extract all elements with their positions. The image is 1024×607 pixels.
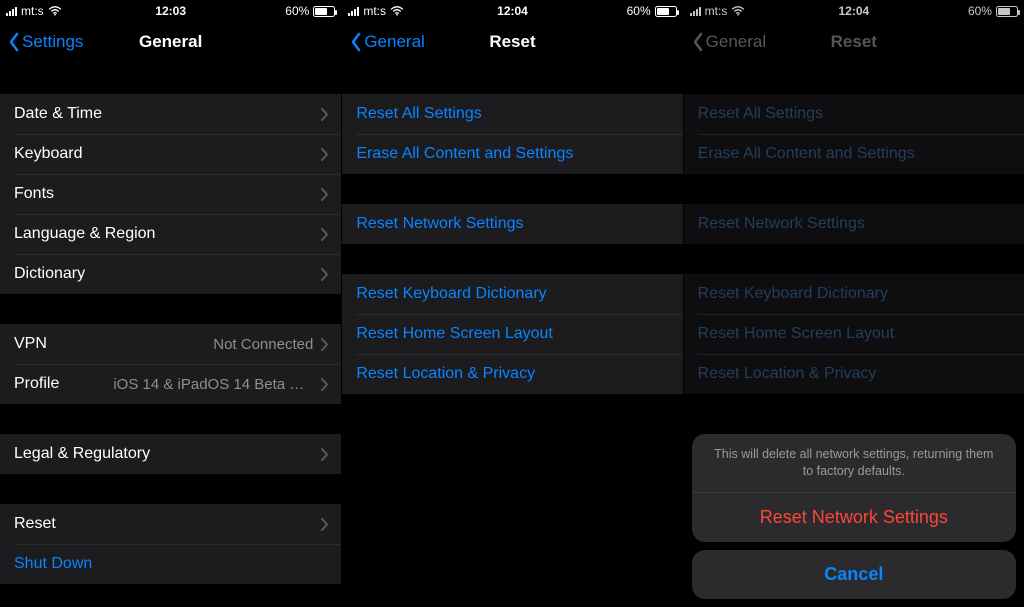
- cell-reset[interactable]: Reset: [0, 504, 341, 544]
- cell-label: Profile: [14, 375, 59, 393]
- chevron-right-icon: [321, 108, 329, 121]
- cell-language-region[interactable]: Language & Region: [0, 214, 341, 254]
- screen-reset-confirm: mt:s 12:04 60% General Reset Reset All S…: [683, 0, 1024, 607]
- chevron-right-icon: [321, 148, 329, 161]
- cell-shutdown[interactable]: Shut Down: [0, 544, 341, 584]
- cell-label: Dictionary: [14, 265, 85, 283]
- cell-label: Reset Home Screen Layout: [356, 325, 553, 343]
- battery-pct: 60%: [627, 4, 651, 18]
- cell-label: Reset Location & Privacy: [356, 365, 535, 383]
- cell-label: Erase All Content and Settings: [356, 145, 573, 163]
- action-sheet: This will delete all network settings, r…: [692, 434, 1016, 599]
- cell-date-time[interactable]: Date & Time: [0, 94, 341, 134]
- chevron-right-icon: [321, 188, 329, 201]
- cell-fonts[interactable]: Fonts: [0, 174, 341, 214]
- chevron-right-icon: [321, 338, 329, 351]
- cell-label: Reset Network Settings: [356, 215, 523, 233]
- carrier-label: mt:s: [363, 4, 386, 18]
- chevron-right-icon: [321, 378, 329, 391]
- carrier-label: mt:s: [21, 4, 44, 18]
- battery-icon: [313, 6, 335, 17]
- cell-label: VPN: [14, 335, 47, 353]
- cell-label: Reset All Settings: [356, 105, 481, 123]
- action-reset-network[interactable]: Reset Network Settings: [692, 493, 1016, 542]
- cell-reset-location-privacy[interactable]: Reset Location & Privacy: [342, 354, 682, 394]
- cell-legal[interactable]: Legal & Regulatory: [0, 434, 341, 474]
- status-bar: mt:s 12:03 60%: [0, 0, 341, 20]
- cell-label: Reset: [14, 515, 56, 533]
- chevron-right-icon: [321, 518, 329, 531]
- cell-label: Shut Down: [14, 555, 92, 573]
- cell-reset-all-settings[interactable]: Reset All Settings: [342, 94, 682, 134]
- screen-reset: mt:s 12:04 60% General Reset Reset All S…: [341, 0, 682, 607]
- chevron-left-icon: [8, 32, 20, 52]
- cell-dictionary[interactable]: Dictionary: [0, 254, 341, 294]
- cell-label: Language & Region: [14, 225, 155, 243]
- action-cancel[interactable]: Cancel: [692, 550, 1016, 599]
- action-sheet-message: This will delete all network settings, r…: [692, 434, 1016, 492]
- back-button[interactable]: Settings: [8, 32, 83, 52]
- status-bar: mt:s 12:04 60%: [342, 0, 682, 20]
- cell-value: iOS 14 & iPadOS 14 Beta Softwar...: [113, 376, 313, 393]
- cell-label: Legal & Regulatory: [14, 445, 150, 463]
- signal-bars-icon: [348, 6, 359, 16]
- nav-bar: Settings General: [0, 20, 341, 64]
- back-label: Settings: [22, 32, 83, 52]
- cell-label: Reset Keyboard Dictionary: [356, 285, 546, 303]
- chevron-left-icon: [350, 32, 362, 52]
- wifi-icon: [48, 6, 62, 16]
- wifi-icon: [390, 6, 404, 16]
- cell-label: Date & Time: [14, 105, 102, 123]
- cell-label: Keyboard: [14, 145, 83, 163]
- battery-icon: [655, 6, 677, 17]
- chevron-right-icon: [321, 268, 329, 281]
- back-button[interactable]: General: [350, 32, 424, 52]
- cell-value: Not Connected: [213, 336, 313, 353]
- cell-reset-keyboard-dict[interactable]: Reset Keyboard Dictionary: [342, 274, 682, 314]
- cell-profile[interactable]: Profile iOS 14 & iPadOS 14 Beta Softwar.…: [0, 364, 341, 404]
- cell-reset-network[interactable]: Reset Network Settings: [342, 204, 682, 244]
- cell-label: Fonts: [14, 185, 54, 203]
- cell-keyboard[interactable]: Keyboard: [0, 134, 341, 174]
- cell-reset-home-layout[interactable]: Reset Home Screen Layout: [342, 314, 682, 354]
- screen-general: mt:s 12:03 60% Settings General Date & T…: [0, 0, 341, 607]
- signal-bars-icon: [6, 6, 17, 16]
- battery-pct: 60%: [285, 4, 309, 18]
- back-label: General: [364, 32, 424, 52]
- nav-bar: General Reset: [342, 20, 682, 64]
- cell-erase-all-content[interactable]: Erase All Content and Settings: [342, 134, 682, 174]
- chevron-right-icon: [321, 228, 329, 241]
- cell-vpn[interactable]: VPN Not Connected: [0, 324, 341, 364]
- chevron-right-icon: [321, 448, 329, 461]
